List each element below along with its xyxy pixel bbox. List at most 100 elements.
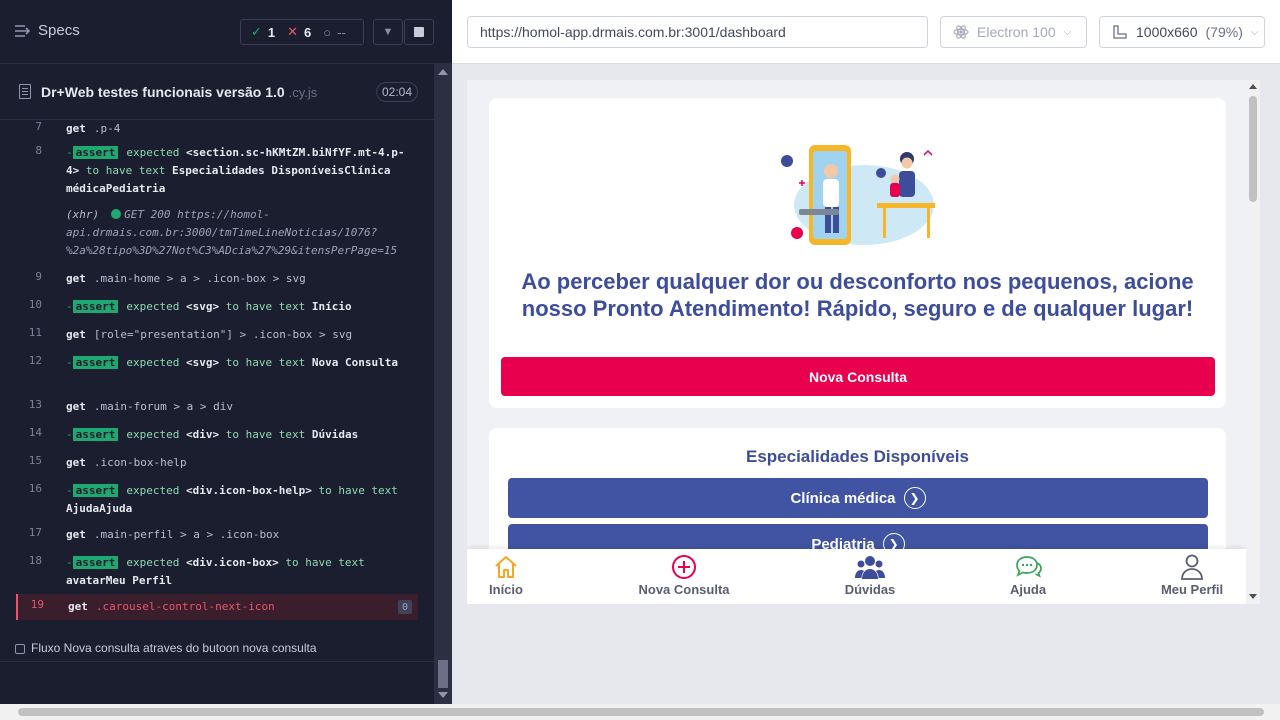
nav-ajuda[interactable]: Ajuda xyxy=(968,553,1088,601)
command-body: get .main-perfil > a > .icon-box xyxy=(66,526,412,544)
expand-button[interactable]: ▼ xyxy=(373,19,403,45)
command-number: 9 xyxy=(35,270,42,283)
command-name: get xyxy=(66,528,86,541)
assert-value: avatarMeu Perfil xyxy=(66,574,172,587)
specs-toggle[interactable]: Specs xyxy=(14,22,80,39)
app-frame: Ao perceber qualquer dor ou desconforto … xyxy=(467,80,1260,604)
spec-file-title[interactable]: Dr+Web testes funcionais versão 1.0 .cy.… xyxy=(41,84,317,100)
command-row[interactable]: 9 get .main-home > a > .icon-box > svg xyxy=(16,270,418,288)
command-number: 7 xyxy=(35,120,42,133)
command-row[interactable]: 17 get .main-perfil > a > .icon-box xyxy=(16,526,418,544)
assert-badge: assert xyxy=(72,428,119,441)
duration-badge: 02:04 xyxy=(376,82,418,102)
bottom-nav: Início Nova Consulta Dúvidas Ajuda Meu P… xyxy=(467,549,1246,604)
scroll-down-icon[interactable] xyxy=(438,692,448,698)
viewport-size: 1000x660 xyxy=(1136,24,1198,40)
assert-value: Dúvidas xyxy=(311,428,359,441)
promo-message: Ao perceber qualquer dor ou desconforto … xyxy=(521,269,1194,321)
command-number: 18 xyxy=(28,554,42,567)
cross-icon: ✕ xyxy=(287,24,299,39)
nav-duvidas[interactable]: Dúvidas xyxy=(810,553,930,601)
assert-expected: expected xyxy=(126,356,180,369)
command-number: 11 xyxy=(28,326,42,339)
command-row[interactable]: 19 0 get .carousel-control-next-icon xyxy=(16,594,418,620)
nova-consulta-button[interactable]: Nova Consulta xyxy=(501,357,1215,396)
command-row[interactable]: 18 - assert expected <div.icon-box> to have… xyxy=(16,554,418,590)
command-name: get xyxy=(68,600,88,613)
assert-value: Início xyxy=(311,300,352,313)
assert-subject: <div> xyxy=(185,428,220,441)
command-body: - assert expected <svg> to have text Iníci… xyxy=(66,298,412,316)
arrow-right-circle-icon: ❯ xyxy=(903,487,926,509)
spec-file-name: Dr+Web testes funcionais versão 1.0 xyxy=(41,84,285,100)
checkbox-icon xyxy=(15,644,25,654)
scrollbar-thumb[interactable] xyxy=(18,708,1264,716)
stop-button[interactable] xyxy=(404,19,434,45)
command-selector: .p-4 xyxy=(93,122,121,135)
chevron-down-icon: ⌵ xyxy=(1063,26,1072,38)
command-number: 14 xyxy=(28,426,42,439)
command-row[interactable]: 16 - assert expected <div.icon-box-help> to… xyxy=(16,482,418,518)
command-number: 19 xyxy=(30,598,44,611)
scroll-up-icon[interactable] xyxy=(438,69,448,75)
command-selector: .icon-box-help xyxy=(93,456,187,469)
spec-file-ext: .cy.js xyxy=(288,85,318,100)
spec-file-header: Dr+Web testes funcionais versão 1.0 .cy.… xyxy=(0,64,434,120)
command-body: - assert expected <div.icon-box-help> to h… xyxy=(66,482,412,518)
test-item[interactable]: Fluxo Nova consulta atraves do butoon no… xyxy=(0,636,434,662)
command-selector: .main-forum > a > div xyxy=(93,400,233,413)
test-title: Fluxo Nova consulta atraves do butoon no… xyxy=(31,641,317,655)
scroll-down-icon[interactable] xyxy=(1249,594,1257,599)
assert-expected: expected xyxy=(126,556,180,569)
assert-expected: expected xyxy=(126,484,180,497)
url-bar[interactable]: https://homol-app.drmais.com.br:3001/das… xyxy=(467,16,928,48)
dash-icon: - xyxy=(66,356,73,369)
browser-label: Electron 100 xyxy=(977,24,1056,40)
command-name: get xyxy=(66,272,86,285)
browser-select[interactable]: Electron 100 ⌵ xyxy=(940,16,1087,48)
assert-subject: <svg> xyxy=(185,300,220,313)
command-row[interactable]: (xhr) GET 200 https://homol-api.drmais.co… xyxy=(16,206,418,260)
assert-value: Nova Consulta xyxy=(311,356,398,369)
promo-card: Ao perceber qualquer dor ou desconforto … xyxy=(489,98,1226,408)
page-horizontal-scrollbar[interactable] xyxy=(0,704,1280,720)
command-name: get xyxy=(66,456,86,469)
nav-label: Dúvidas xyxy=(844,582,896,597)
specialties-card: Especialidades Disponíveis Clínica médic… xyxy=(489,428,1226,568)
nav-nova-consulta[interactable]: Nova Consulta xyxy=(624,553,744,601)
command-row[interactable]: 13 get .main-forum > a > div xyxy=(16,398,418,416)
scrollbar-thumb[interactable] xyxy=(438,660,448,688)
menu-icon xyxy=(15,24,30,37)
nav-meu-perfil[interactable]: Meu Perfil xyxy=(1132,553,1252,601)
assert-subject: <svg> xyxy=(185,356,220,369)
command-body: - assert expected <div> to have text Dúvid… xyxy=(66,426,412,444)
electron-icon xyxy=(953,25,969,39)
command-row[interactable]: 15 get .icon-box-help xyxy=(16,454,418,472)
assert-expected: expected xyxy=(126,428,180,441)
nav-inicio[interactable]: Início xyxy=(467,553,566,601)
command-row[interactable]: 7 get .p-4 xyxy=(16,120,418,138)
specialty-clinica-medica-button[interactable]: Clínica médica ❯ xyxy=(508,478,1208,518)
scroll-up-icon[interactable] xyxy=(1249,84,1257,89)
command-number: 16 xyxy=(28,482,42,495)
command-row[interactable]: 14 - assert expected <div> to have text Dúv… xyxy=(16,426,418,444)
ruler-icon xyxy=(1113,25,1127,39)
command-row[interactable]: 12 - assert expected <svg> to have text Nov… xyxy=(16,354,418,390)
command-body: get .main-home > a > .icon-box > svg xyxy=(66,270,412,288)
command-log: 7 get .p-4 8- assert expected <section.sc-hKM… xyxy=(16,120,418,622)
command-row[interactable]: 8- assert expected <section.sc-hKMtZM.biNf… xyxy=(16,144,418,198)
command-body: get [role="presentation"] > .icon-box > s… xyxy=(66,326,412,344)
app-scrollbar[interactable] xyxy=(1246,80,1260,604)
command-row[interactable]: 10 - assert expected <svg> to have text Iní… xyxy=(16,298,418,316)
plus-circle-icon xyxy=(672,555,696,579)
users-icon xyxy=(855,556,885,579)
dash-icon: - xyxy=(66,300,73,313)
viewport-select[interactable]: 1000x660 (79%) ⌵ xyxy=(1099,16,1265,48)
reporter-scrollbar[interactable] xyxy=(434,64,452,704)
command-name: get xyxy=(66,328,86,341)
assert-verb: to have text xyxy=(318,484,398,497)
command-row[interactable]: 11 get [role="presentation"] > .icon-box >… xyxy=(16,326,418,344)
scrollbar-thumb[interactable] xyxy=(1249,96,1257,202)
pending-count: -- xyxy=(337,24,346,40)
command-body: (xhr) GET 200 https://homol-api.drmais.co… xyxy=(66,206,412,260)
